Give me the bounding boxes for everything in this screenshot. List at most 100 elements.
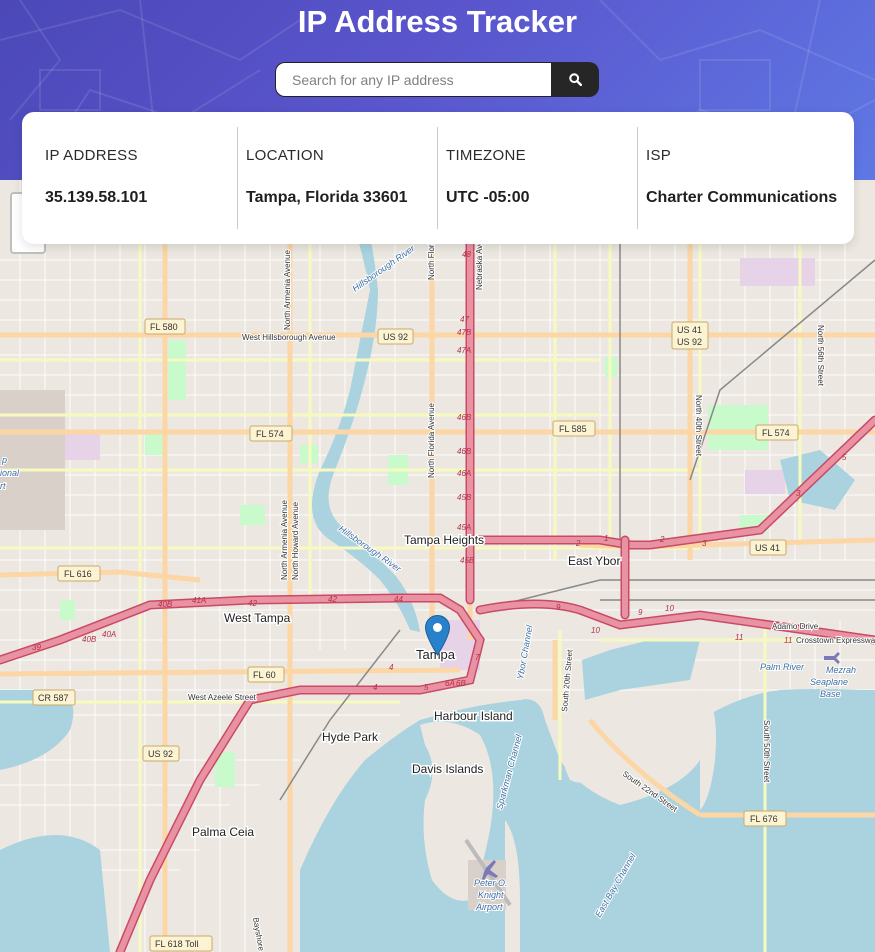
exit-label: 46B (457, 413, 472, 422)
map-canvas[interactable]: Tampa Heights East Ybor West Tampa Tampa… (0, 180, 875, 952)
exit-label: 6B (456, 679, 466, 688)
place-label-hyde-park: Hyde Park (322, 730, 379, 744)
location-value: Tampa, Florida 33601 (246, 189, 408, 206)
place-label-east-ybor: East Ybor (568, 554, 620, 568)
svg-text:FL 580: FL 580 (150, 322, 178, 332)
label-airport-line-3: Airport (475, 902, 503, 912)
route-shield: US 92 (142, 745, 180, 762)
exit-label: 39 (32, 643, 41, 652)
svg-text:US 41: US 41 (677, 325, 702, 335)
location-label: LOCATION (246, 147, 324, 164)
search-button[interactable] (551, 62, 599, 97)
svg-text:CR 587: CR 587 (38, 693, 69, 703)
exit-label: 47B (457, 328, 472, 337)
place-label-west-tampa: West Tampa (224, 611, 291, 625)
street-label-north-armenia-mid: North Armenia Avenue (280, 500, 289, 580)
svg-text:FL 676: FL 676 (750, 814, 778, 824)
svg-text:FL 574: FL 574 (256, 429, 284, 439)
exit-label: 45B (460, 556, 475, 565)
exit-label: 1 (604, 534, 608, 543)
location-section: LOCATION Tampa, Florida 33601 (237, 127, 437, 229)
ip-address-label: IP ADDRESS (45, 147, 138, 164)
route-shield: FL 574 (755, 424, 799, 441)
svg-text:US 92: US 92 (677, 337, 702, 347)
route-shield: FL 618 Toll (149, 935, 213, 952)
exit-label: 4 (373, 683, 378, 692)
exit-label: 9 (638, 608, 643, 617)
street-label-north-40th: North 40th Street (694, 395, 703, 457)
label-airport-edge-3: rt (0, 481, 6, 491)
street-label-north-howard: North Howard Avenue (291, 501, 300, 580)
svg-text:US 41: US 41 (755, 543, 780, 553)
route-shield: FL 585 (552, 420, 596, 437)
exit-label: 11 (784, 636, 792, 645)
label-seaplane-line-2: Seaplane (810, 677, 848, 687)
exit-label: 45B (457, 493, 472, 502)
exit-label: 3 (796, 489, 801, 498)
ip-info-card: IP ADDRESS 35.139.58.101 LOCATION Tampa,… (22, 112, 854, 244)
place-label-davis-islands: Davis Islands (412, 762, 483, 776)
exit-label: 40B (82, 635, 97, 644)
exit-label: 2 (575, 539, 581, 548)
route-shield: FL 580 (144, 318, 186, 335)
label-airport-line-1: Peter O. (474, 878, 508, 888)
label-seaplane-line-1: Mezrah (826, 665, 856, 675)
exit-label: 41A (192, 596, 206, 605)
exit-label: 40B (158, 600, 173, 609)
isp-value: Charter Communications (646, 189, 838, 206)
timezone-label: TIMEZONE (446, 147, 526, 164)
page-title: IP Address Tracker (297, 4, 578, 39)
exit-label: 3 (702, 539, 707, 548)
exit-label: 5 (424, 683, 429, 692)
route-shield: US 92 (377, 328, 414, 345)
ip-address-section: IP ADDRESS 35.139.58.101 (22, 127, 237, 229)
exit-label: 9 (556, 603, 561, 612)
search-input[interactable] (275, 62, 552, 97)
svg-text:FL 616: FL 616 (64, 569, 92, 579)
exit-label: 6A (445, 679, 455, 688)
exit-label: 42 (248, 599, 257, 608)
route-shield: CR 587 (32, 689, 76, 706)
isp-section: ISP Charter Communications (637, 127, 855, 229)
svg-text:US 92: US 92 (148, 749, 173, 759)
svg-text:US 92: US 92 (383, 332, 408, 342)
place-label-tampa-heights: Tampa Heights (404, 533, 484, 547)
exit-label: 2 (659, 535, 665, 544)
timezone-section: TIMEZONE UTC -05:00 (437, 127, 637, 229)
svg-text:FL 574: FL 574 (762, 428, 790, 438)
route-shield: US 41 US 92 (671, 321, 709, 350)
place-label-palm-river: Palm River (760, 662, 805, 672)
label-airport-edge-2: ional (0, 468, 20, 478)
street-label-crosstown: Crosstown Expressway (796, 636, 875, 645)
exit-label: 42 (328, 595, 337, 604)
street-label-north-armenia-top: North Armenia Avenue (283, 250, 292, 330)
timezone-value: UTC -05:00 (446, 189, 530, 206)
street-label-adamo: Adamo Drive (772, 622, 819, 631)
exit-label: 7 (475, 653, 480, 662)
search-icon (568, 73, 582, 86)
label-airport-edge-1: p (1, 455, 7, 465)
route-shield: FL 616 (57, 565, 101, 582)
street-label-north-56th: North 56th Street (816, 325, 825, 387)
route-shield: FL 676 (743, 810, 787, 827)
street-label-west-azeele: West Azeele Street (188, 693, 257, 702)
exit-label: 10 (665, 604, 674, 613)
exit-label: 5 (842, 453, 847, 462)
route-shield: FL 60 (247, 666, 285, 683)
exit-label: 48 (462, 250, 471, 259)
map-marker-icon[interactable] (424, 614, 451, 661)
street-label-south-50th: South 50th Street (762, 720, 771, 783)
label-airport-line-2: Knight (478, 890, 504, 900)
map-view[interactable]: Tampa Heights East Ybor West Tampa Tampa… (0, 180, 875, 952)
route-shield: FL 574 (249, 425, 293, 442)
ip-address-value: 35.139.58.101 (45, 189, 148, 206)
street-label-west-hillsborough: West Hillsborough Avenue (242, 333, 336, 342)
place-label-harbour-island: Harbour Island (434, 709, 513, 723)
svg-text:FL 585: FL 585 (559, 424, 587, 434)
place-label-palma-ceia: Palma Ceia (192, 825, 254, 839)
exit-label: 40A (102, 630, 116, 639)
exit-label: 44 (394, 595, 403, 604)
exit-label: 45A (457, 523, 471, 532)
svg-text:FL 60: FL 60 (253, 670, 276, 680)
search-bar (275, 62, 599, 97)
